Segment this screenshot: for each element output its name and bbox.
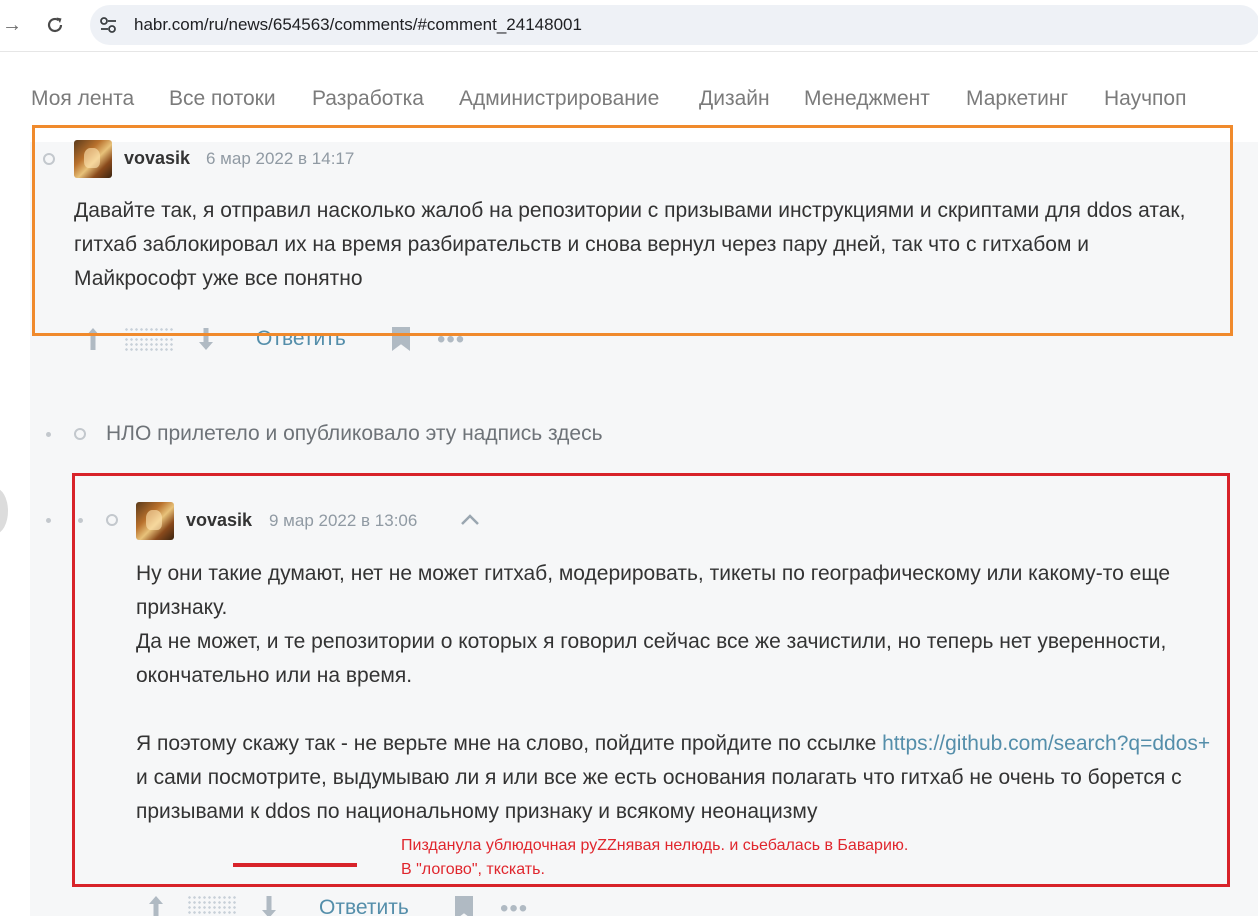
browser-toolbar: → habr.com/ru/news/654563/comments/#comm… [0,0,1258,52]
reload-icon[interactable] [44,14,66,36]
vote-down-icon[interactable] [261,894,277,916]
annotation-note-line: Пизданула ублюдочная руZZнявая нелюдь. и… [401,837,909,854]
thread-marker [46,518,51,523]
arrow-right-icon[interactable]: → [2,14,22,36]
reply-button[interactable]: Ответить [319,895,409,916]
tune-icon[interactable] [98,15,120,35]
nav-item-design[interactable]: Дизайн [699,87,770,111]
highlight-box-orange [32,125,1233,336]
vote-up-icon[interactable] [148,894,164,916]
url-text[interactable]: habr.com/ru/news/654563/comments/#commen… [134,15,582,35]
nav-item-my-feed[interactable]: Моя лента [31,87,134,111]
highlight-box-red [72,473,1230,887]
annotation-note-line: В "логово", ткскать. [401,861,545,878]
annotation-underline [233,863,357,867]
scroll-edge-shape [0,488,8,534]
nav-item-all-streams[interactable]: Все потоки [169,87,276,111]
annotation-note: Пизданула ублюдочная руZZнявая нелюдь. и… [401,834,908,882]
thread-marker [46,432,51,437]
nav-item-development[interactable]: Разработка [312,87,424,111]
nav-item-administration[interactable]: Администрирование [459,87,659,111]
ufo-message: НЛО прилетело и опубликовало эту надпись… [106,422,603,445]
address-bar[interactable]: habr.com/ru/news/654563/comments/#commen… [90,5,1258,45]
score-placeholder [187,895,237,916]
thread-marker [74,428,86,440]
nav-item-management[interactable]: Менеджмент [804,87,930,111]
nav-item-marketing[interactable]: Маркетинг [966,87,1068,111]
nav-item-popular-science[interactable]: Научпоп [1104,87,1186,111]
bookmark-icon[interactable] [455,896,473,916]
more-icon[interactable]: ••• [500,897,528,916]
